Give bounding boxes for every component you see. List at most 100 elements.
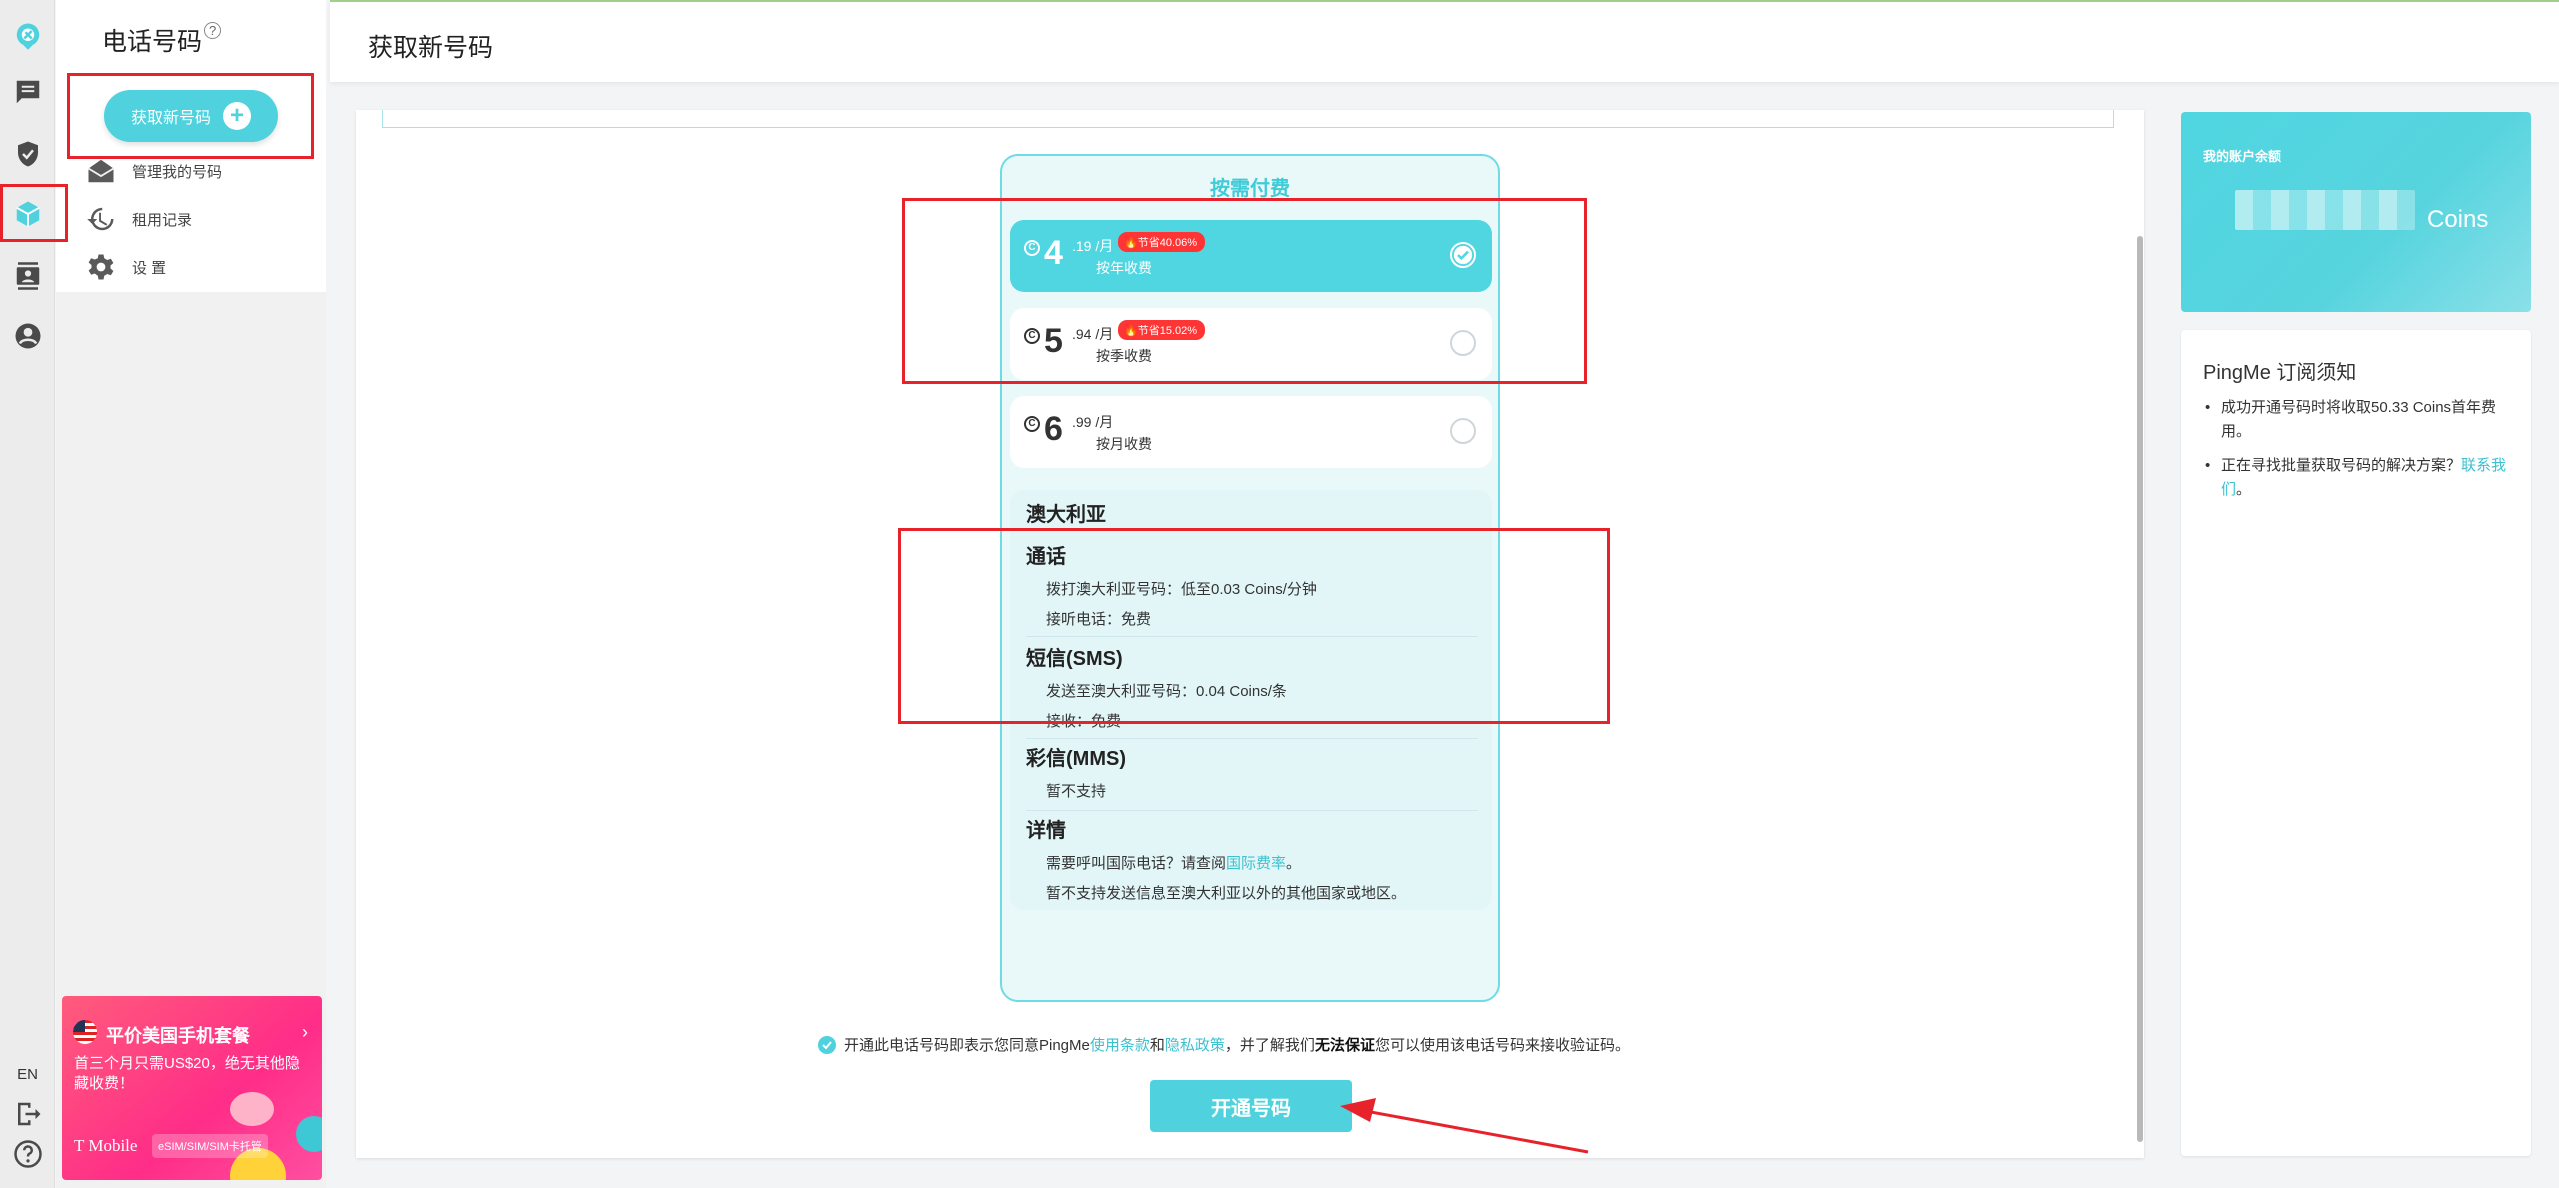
calls-outgoing: 拨打澳大利亚号码：低至0.03 Coins/分钟 bbox=[1046, 581, 1317, 598]
agree-post: 您可以使用该电话号码来接收验证码。 bbox=[1374, 1037, 1630, 1054]
agree-mid: ，并了解我们 bbox=[1224, 1037, 1315, 1054]
contacts-icon[interactable] bbox=[10, 258, 46, 294]
help-mark-icon[interactable]: ? bbox=[204, 21, 222, 39]
sms-incoming: 接收：免费 bbox=[1046, 713, 1122, 730]
logout-icon[interactable] bbox=[10, 1096, 46, 1132]
country-section: 澳大利亚 bbox=[1026, 498, 1478, 527]
divider bbox=[1026, 810, 1478, 811]
subscription-notice: PingMe 订阅须知 成功开通号码时将收取50.33 Coins首年费用。 正… bbox=[2181, 330, 2531, 1156]
subnav-item-settings[interactable]: 设 置 bbox=[86, 250, 166, 284]
plan-price-int: 6 bbox=[1044, 410, 1063, 448]
plan-heading: 按需付费 bbox=[1210, 178, 1290, 200]
sms-outgoing: 发送至澳大利亚号码：0.04 Coins/条 bbox=[1046, 683, 1287, 700]
number-selector-bar bbox=[382, 110, 2114, 128]
plan-option-yearly[interactable]: C 4 .19 /月 🔥节省40.06% 按年收费 bbox=[1010, 220, 1492, 292]
activate-number-button[interactable]: 开通号码 bbox=[1150, 1080, 1352, 1132]
balance-unit: Coins bbox=[2427, 206, 2489, 233]
agree-bold: 无法保证 bbox=[1314, 1037, 1375, 1054]
country-name: 澳大利亚 bbox=[1026, 504, 1106, 526]
phone-call-icon bbox=[296, 1116, 322, 1152]
subnav-item-rental-history[interactable]: 租用记录 bbox=[86, 202, 192, 236]
plan-price-dec: .19 /月 bbox=[1072, 238, 1114, 254]
icon-rail: EN bbox=[0, 0, 55, 1188]
notice-list: 成功开通号码时将收取50.33 Coins首年费用。 正在寻找批量获取号码的解决… bbox=[2203, 396, 2513, 512]
plan-option-quarterly[interactable]: C 5 .94 /月 🔥节省15.02% 按季收费 bbox=[1010, 308, 1492, 380]
messages-icon[interactable] bbox=[10, 74, 46, 110]
calls-title: 通话 bbox=[1026, 546, 1066, 568]
plan-option-monthly[interactable]: C 6 .99 /月 按月收费 bbox=[1010, 396, 1492, 468]
plan-price-dec: .94 /月 bbox=[1072, 326, 1114, 342]
help-icon[interactable] bbox=[10, 1136, 46, 1172]
account-icon[interactable] bbox=[10, 318, 46, 354]
terms-link[interactable]: 使用条款 bbox=[1090, 1037, 1150, 1054]
tmobile-logo: T Mobile bbox=[74, 1136, 138, 1155]
radio-unchecked-icon[interactable] bbox=[1450, 418, 1476, 444]
language-toggle[interactable]: EN bbox=[0, 1066, 55, 1083]
plan-price-dec: .99 /月 bbox=[1072, 414, 1114, 430]
save-badge-text: 节省40.06% bbox=[1137, 237, 1198, 249]
info-line-rates: 需要呼叫国际电话？请查阅国际费率。 bbox=[1046, 852, 1478, 873]
info-title: 详情 bbox=[1026, 820, 1066, 842]
plan-cycle: 按年收费 bbox=[1096, 260, 1152, 276]
mms-section: 彩信(MMS) 暂不支持 bbox=[1026, 742, 1478, 801]
gear-icon bbox=[88, 254, 114, 280]
subnav-item-label: 管理我的号码 bbox=[132, 163, 223, 181]
notice-item: 成功开通号码时将收取50.33 Coins首年费用。 bbox=[2203, 396, 2513, 444]
divider bbox=[1026, 738, 1478, 739]
radio-checked-icon[interactable] bbox=[1450, 242, 1476, 268]
subnav-menu: 电话号码? 获取新号码 + 管理我的号码 租用记录 设 置 bbox=[56, 0, 326, 292]
subnav-title-text: 电话号码 bbox=[102, 28, 203, 56]
radio-unchecked-icon[interactable] bbox=[1450, 330, 1476, 356]
mail-open-icon bbox=[88, 159, 114, 183]
privacy-link[interactable]: 隐私政策 bbox=[1165, 1037, 1225, 1054]
plan-cycle: 按月收费 bbox=[1096, 436, 1152, 452]
divider bbox=[1026, 636, 1478, 637]
save-badge: 🔥节省40.06% bbox=[1118, 232, 1206, 252]
sms-title: 短信(SMS) bbox=[1026, 648, 1123, 670]
international-rates-link[interactable]: 国际费率 bbox=[1226, 855, 1286, 872]
app-logo-icon[interactable] bbox=[10, 18, 46, 54]
shield-check-icon[interactable] bbox=[10, 136, 46, 172]
coin-icon: C bbox=[1024, 240, 1040, 256]
notice-title: PingMe 订阅须知 bbox=[2203, 362, 2357, 384]
subnav-title: 电话号码? bbox=[102, 21, 222, 58]
calls-section: 通话 拨打澳大利亚号码：低至0.03 Coins/分钟 接听电话：免费 bbox=[1026, 540, 1478, 629]
promo-title: 平价美国手机套餐 bbox=[106, 1026, 250, 1046]
balance-label: 我的账户余额 bbox=[2203, 149, 2282, 164]
agreement-row: 开通此电话号码即表示您同意PingMe使用条款和隐私政策，并了解我们无法保证您可… bbox=[818, 1034, 1630, 1055]
subnav-item-label: 设 置 bbox=[132, 259, 167, 277]
coin-icon: C bbox=[1024, 328, 1040, 344]
phone-number-subnav: 电话号码? 获取新号码 + 管理我的号码 租用记录 设 置 平价美国手机套餐 ›… bbox=[56, 0, 326, 1188]
get-new-number-button[interactable]: 获取新号码 + bbox=[104, 90, 278, 142]
plan-details: 澳大利亚 通话 拨打澳大利亚号码：低至0.03 Coins/分钟 接听电话：免费… bbox=[1010, 490, 1492, 910]
coin-icon: C bbox=[1024, 416, 1040, 432]
page-title: 获取新号码 bbox=[368, 34, 494, 62]
calls-incoming: 接听电话：免费 bbox=[1046, 611, 1152, 628]
balance-value-redacted bbox=[2235, 190, 2415, 230]
balance-card: 我的账户余额 Coins bbox=[2181, 112, 2531, 312]
info-text: 需要呼叫国际电话？请查阅 bbox=[1046, 855, 1227, 872]
save-badge: 🔥节省15.02% bbox=[1118, 320, 1206, 340]
scrollbar[interactable] bbox=[2137, 236, 2143, 1142]
plan-price-int: 4 bbox=[1044, 234, 1063, 272]
tmobile-promo-banner[interactable]: 平价美国手机套餐 › 首三个月只需US$20，绝无其他隐藏收费！ T Mobil… bbox=[62, 996, 322, 1180]
plan-price-int: 5 bbox=[1044, 322, 1063, 360]
plan-box: 按需付费 C 4 .19 /月 🔥节省40.06% 按年收费 C 5 .94 /… bbox=[1000, 154, 1500, 1002]
promo-tag: eSIM/SIM/SIM卡托管 bbox=[152, 1134, 268, 1158]
promo-text: 首三个月只需US$20，绝无其他隐藏收费！ bbox=[74, 1055, 300, 1092]
history-icon bbox=[87, 207, 114, 231]
agree-pre: 开通此电话号码即表示您同意PingMe bbox=[844, 1037, 1090, 1054]
notice-item: 正在寻找批量获取号码的解决方案？联系我们。 bbox=[2203, 454, 2513, 502]
agree-checkbox[interactable] bbox=[818, 1035, 836, 1054]
sms-section: 短信(SMS) 发送至澳大利亚号码：0.04 Coins/条 接收：免费 bbox=[1026, 642, 1478, 731]
agree-and: 和 bbox=[1149, 1037, 1165, 1054]
subnav-item-label: 租用记录 bbox=[132, 211, 193, 229]
plus-icon: + bbox=[223, 102, 251, 130]
subnav-item-manage-numbers[interactable]: 管理我的号码 bbox=[86, 154, 222, 188]
info-line-restriction: 暂不支持发送信息至澳大利亚以外的其他国家或地区。 bbox=[1046, 885, 1407, 902]
plan-cycle: 按季收费 bbox=[1096, 348, 1152, 364]
save-badge-text: 节省15.02% bbox=[1137, 325, 1198, 337]
phone-number-icon[interactable] bbox=[10, 196, 46, 232]
us-flag-icon bbox=[73, 1020, 97, 1044]
mms-title: 彩信(MMS) bbox=[1026, 748, 1126, 770]
